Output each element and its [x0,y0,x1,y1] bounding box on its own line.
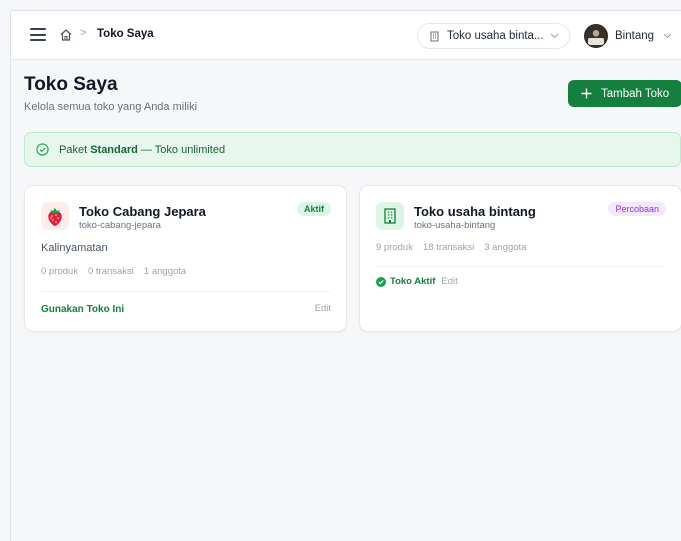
edit-store-button[interactable]: Edit [441,276,457,287]
user-name: Bintang [615,30,655,42]
strawberry-icon [48,208,62,226]
divider [376,266,665,267]
menu-icon[interactable] [30,28,46,41]
plus-icon [581,88,592,99]
add-store-button[interactable]: Tambah Toko [568,80,681,107]
page-title: Toko Saya [24,74,118,95]
status-badge: Aktif [297,202,331,216]
store-logo [41,202,69,230]
store-name: Toko usaha bintang [414,204,536,219]
app-frame: > Toko Saya Toko usaha binta... Bintang … [10,10,681,541]
plan-text: Paket Standard — Toko unlimited [59,143,226,156]
store-selector-value: Toko usaha binta... [447,30,544,42]
breadcrumb-current: Toko Saya [97,28,154,40]
member-count: 1 anggota [143,266,187,277]
user-menu[interactable]: Bintang [584,23,672,49]
store-slug: toko-usaha-bintang [414,220,496,231]
member-count: 3 anggota [484,242,527,253]
plan-name: Standard [90,143,138,156]
product-count: 0 produk [41,266,78,277]
active-status: Toko Aktif Edit [376,276,458,287]
store-location: Kalinyamatan [41,242,108,254]
transaction-count: 18 transaksi [422,242,475,253]
trial-badge: Percobaan [608,202,666,216]
store-name: Toko Cabang Jepara [79,204,206,219]
check-circle-icon [376,276,386,287]
divider [41,291,330,292]
store-card: Toko usaha bintang toko-usaha-bintang Pe… [359,185,681,332]
top-bar: > Toko Saya Toko usaha binta... Bintang [11,11,681,60]
chevron-down-icon [663,33,672,39]
breadcrumb-separator: > [80,27,87,39]
plan-banner: Paket Standard — Toko unlimited [24,132,681,167]
store-card: Toko Cabang Jepara toko-cabang-jepara Ak… [24,185,347,332]
building-icon [384,208,396,224]
building-icon [430,31,439,41]
page-subtitle: Kelola semua toko yang Anda miliki [24,101,198,113]
use-store-button[interactable]: Gunakan Toko Ini [41,304,124,315]
active-status-label: Toko Aktif [390,276,436,287]
edit-store-button[interactable]: Edit [315,303,331,314]
chevron-down-icon [550,33,559,39]
store-stats: 9 produk 18 transaksi 3 anggota [376,242,526,253]
avatar [584,24,608,48]
store-logo [376,202,404,230]
store-selector[interactable]: Toko usaha binta... [417,23,570,49]
check-circle-icon [36,143,49,156]
product-count: 9 produk [376,242,413,253]
store-slug: toko-cabang-jepara [79,220,161,231]
add-store-label: Tambah Toko [601,87,670,100]
store-stats: 0 produk 0 transaksi 1 anggota [41,266,186,277]
home-icon[interactable] [59,28,73,42]
transaction-count: 0 transaksi [87,266,134,277]
